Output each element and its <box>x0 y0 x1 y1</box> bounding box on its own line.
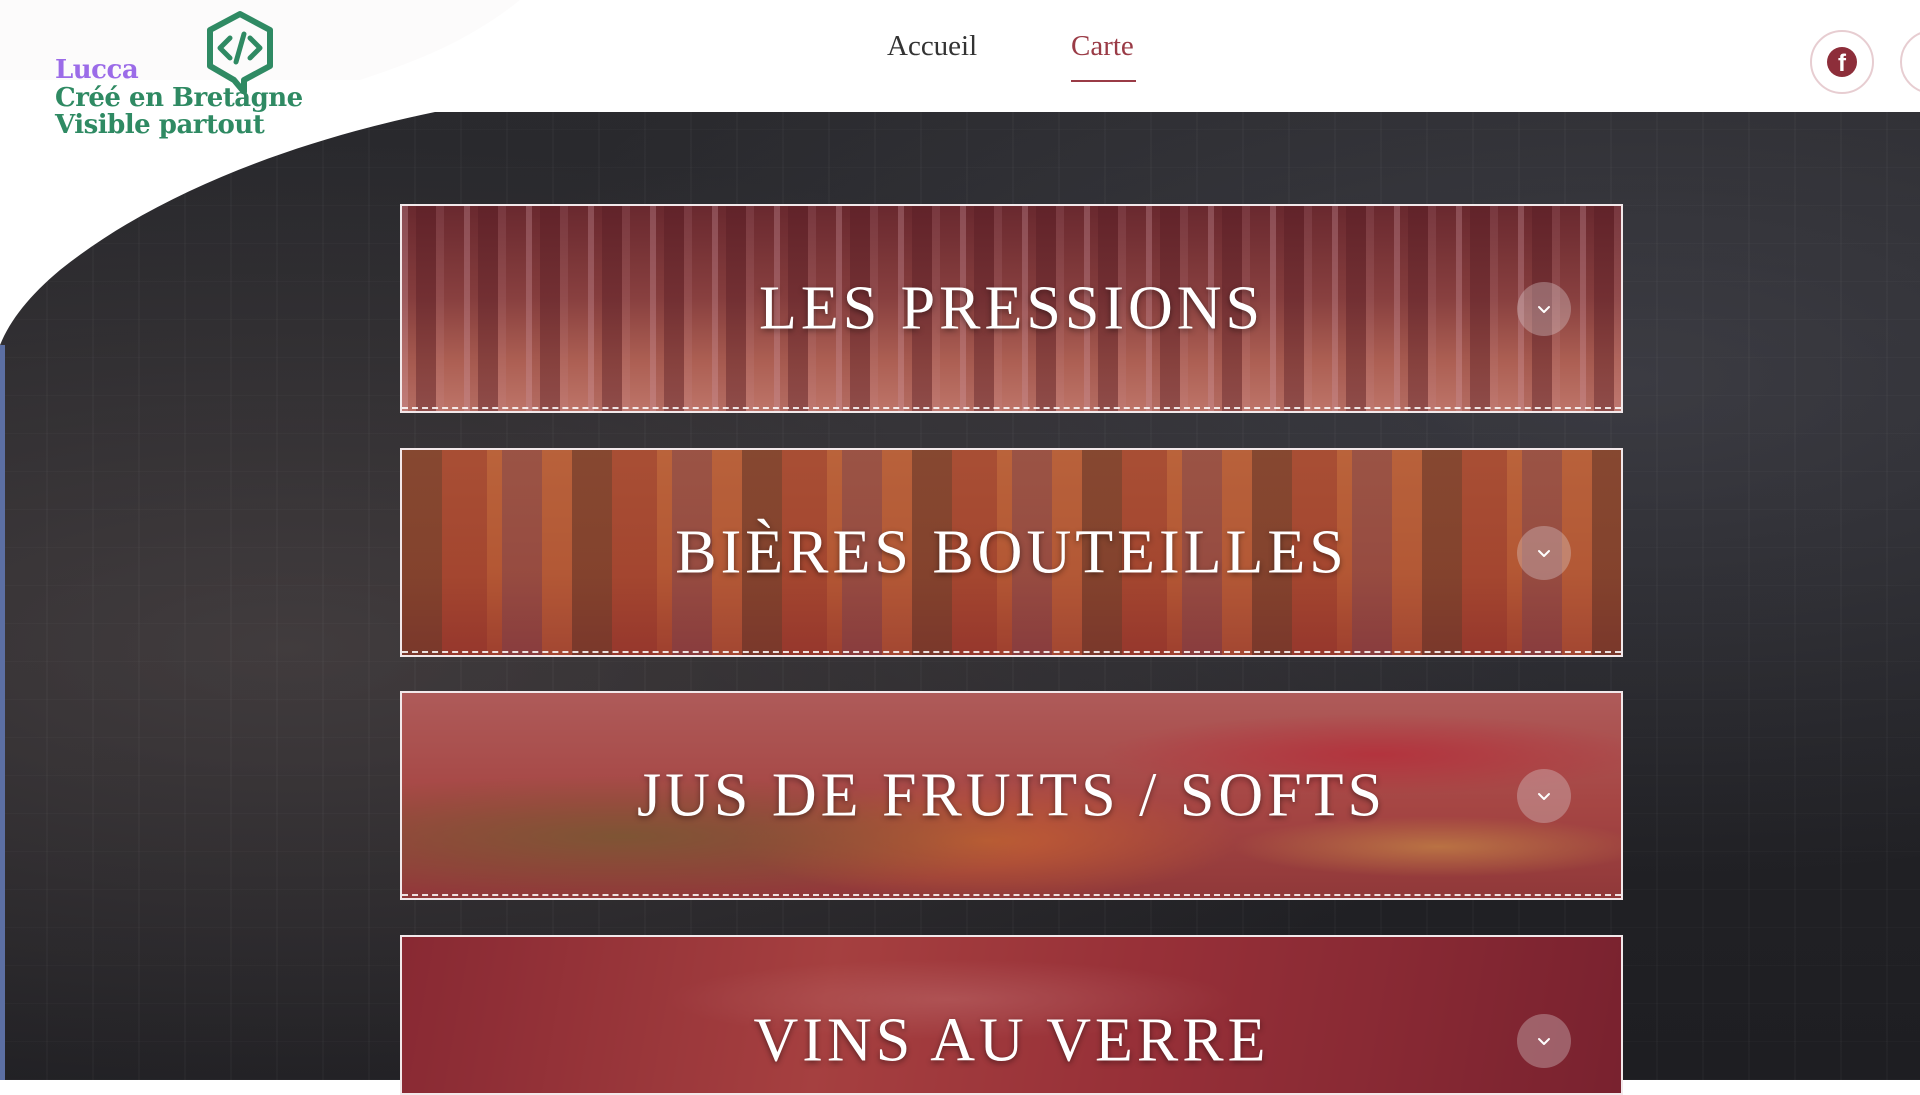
card-dashed-line <box>402 894 1621 896</box>
code-speech-bubble-icon <box>207 11 273 94</box>
menu-section-pressions[interactable]: LES PRESSIONS <box>400 204 1623 413</box>
logo-tagline-2: Visible partout <box>55 110 265 140</box>
chevron-down-icon <box>1538 549 1550 557</box>
expand-toggle-button[interactable] <box>1517 525 1571 580</box>
facebook-button[interactable]: f <box>1810 30 1874 94</box>
nav-active-underline <box>1071 80 1136 82</box>
expand-toggle-button[interactable] <box>1517 1014 1571 1068</box>
menu-section-title: JUS DE FRUITS / SOFTS <box>637 761 1386 829</box>
menu-section-vins-au-verre[interactable]: VINS AU VERRE <box>400 935 1623 1095</box>
nav-link-accueil[interactable]: Accueil <box>887 30 977 63</box>
facebook-icon: f <box>1827 47 1857 77</box>
chevron-down-icon <box>1538 792 1550 800</box>
chevron-down-icon <box>1538 305 1550 313</box>
expand-toggle-button[interactable] <box>1517 768 1571 823</box>
logo-brand-name: Lucca <box>55 55 139 85</box>
card-dashed-line <box>402 407 1621 409</box>
menu-section-bieres-bouteilles[interactable]: BIÈRES BOUTEILLES <box>400 448 1623 657</box>
menu-section-jus-softs[interactable]: JUS DE FRUITS / SOFTS <box>400 691 1623 900</box>
menu-section-title: LES PRESSIONS <box>758 274 1265 342</box>
site-logo[interactable]: Lucca Créé en Bretagne Visible partout <box>50 10 303 140</box>
menu-section-title: VINS AU VERRE <box>753 1006 1270 1075</box>
expand-toggle-button[interactable] <box>1517 281 1571 336</box>
menu-section-title: BIÈRES BOUTEILLES <box>675 518 1348 586</box>
left-accent-strip <box>0 345 5 1080</box>
chevron-down-icon <box>1538 1038 1550 1045</box>
card-dashed-line <box>402 651 1621 653</box>
logo-tagline-1: Créé en Bretagne <box>55 83 303 113</box>
nav-link-carte[interactable]: Carte <box>1071 30 1134 63</box>
